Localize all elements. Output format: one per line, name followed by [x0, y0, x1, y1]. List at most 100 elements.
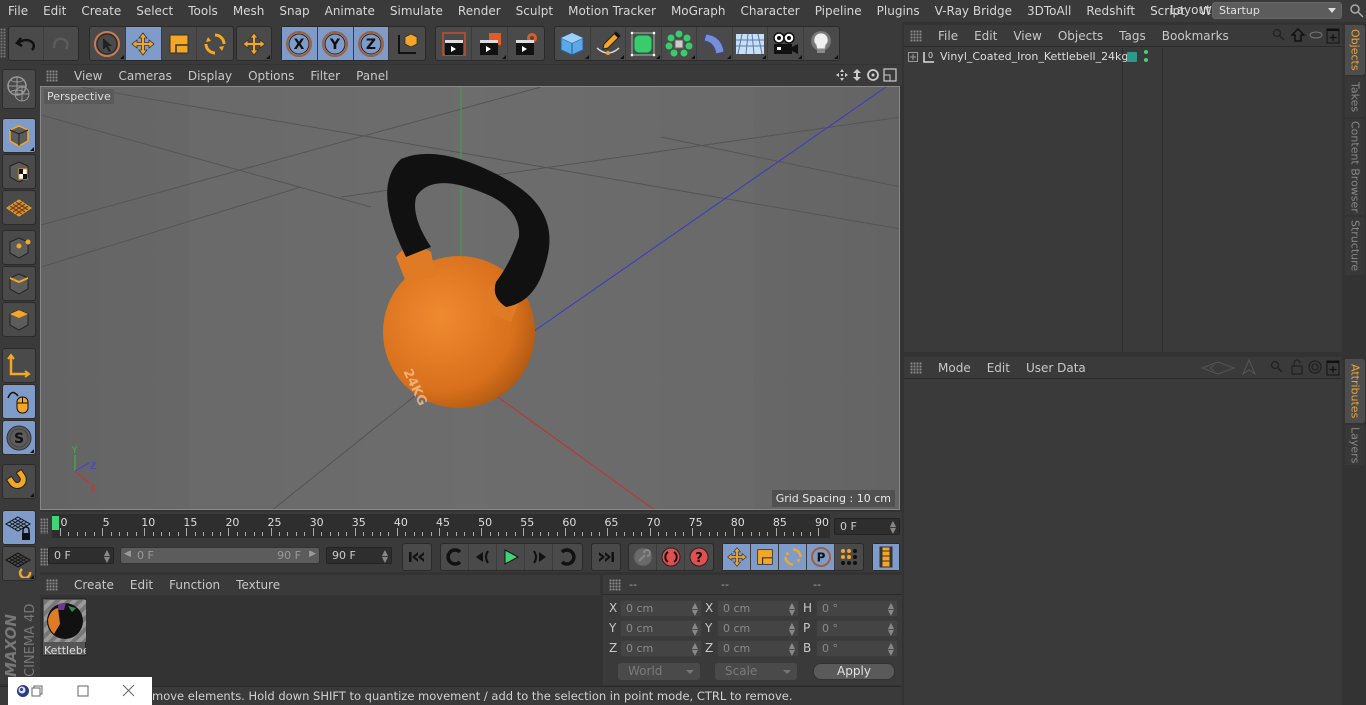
tab-content-browser[interactable]: Content Browser	[1345, 119, 1365, 215]
panel-grip[interactable]	[910, 29, 922, 42]
search-icon[interactable]	[1272, 28, 1286, 42]
render-settings-button[interactable]	[508, 27, 544, 60]
material-menu-create[interactable]: Create	[66, 578, 122, 592]
panel-grip[interactable]	[46, 69, 58, 82]
new-panel-icon[interactable]	[1326, 360, 1340, 376]
solo-mode-button[interactable]: S	[2, 420, 36, 455]
menu-tools[interactable]: Tools	[180, 4, 225, 18]
pos-y-field[interactable]: 0 cm ▲ ▼	[620, 620, 702, 637]
size-mode-dropdown[interactable]: Scale	[715, 663, 797, 680]
spinner-icon[interactable]: ▲ ▼	[692, 642, 698, 657]
live-selection-button[interactable]	[90, 27, 126, 60]
menu-motion-tracker[interactable]: Motion Tracker	[560, 4, 663, 18]
rotate-button[interactable]	[197, 27, 233, 60]
tab-takes[interactable]: Takes	[1345, 77, 1365, 117]
home-icon[interactable]	[1290, 27, 1306, 43]
menu-simulate[interactable]: Simulate	[382, 4, 450, 18]
key-scale-button[interactable]	[751, 544, 779, 570]
undo-button[interactable]	[9, 27, 44, 60]
object-menu-view[interactable]: View	[1005, 29, 1049, 43]
key-position-button[interactable]	[723, 544, 751, 570]
menu-snap[interactable]: Snap	[271, 4, 316, 18]
panel-grip[interactable]	[609, 578, 621, 591]
coordinate-space-dropdown[interactable]: World	[618, 663, 700, 680]
edges-mode-button[interactable]	[2, 266, 36, 301]
menu-render[interactable]: Render	[450, 4, 508, 18]
menu-mograph[interactable]: MoGraph	[663, 4, 733, 18]
camera-button[interactable]	[768, 27, 804, 60]
spinner-icon[interactable]: ▲ ▼	[888, 602, 894, 617]
keyframe-selection-button[interactable]: ?	[685, 544, 713, 570]
editor-visibility-dot[interactable]	[1144, 50, 1148, 54]
material-menu-texture[interactable]: Texture	[228, 578, 288, 592]
toggle-view-icon[interactable]	[883, 68, 897, 82]
menu-animate[interactable]: Animate	[317, 4, 382, 18]
coordinate-system-button[interactable]	[389, 27, 425, 60]
object-name[interactable]: Vinyl_Coated_Iron_Kettlebell_24kg	[940, 50, 1128, 63]
tab-layers[interactable]: Layers	[1345, 425, 1365, 465]
pos-x-field[interactable]: 0 cm ▲ ▼	[620, 600, 702, 617]
maximize-icon[interactable]	[77, 685, 89, 697]
lock-open-icon[interactable]	[1290, 359, 1304, 375]
next-frame-button[interactable]	[525, 544, 553, 570]
start-frame-field[interactable]: 0 F ▲ ▼	[48, 547, 114, 564]
navigate-back-icon[interactable]	[1200, 361, 1236, 375]
timeline-window-button[interactable]	[873, 544, 899, 570]
menu-edit[interactable]: Edit	[35, 4, 73, 18]
expand-icon[interactable]	[908, 52, 918, 62]
move-button[interactable]	[125, 27, 162, 60]
light-button[interactable]	[804, 27, 839, 60]
record-button[interactable]	[629, 544, 657, 570]
new-panel-icon[interactable]	[1326, 28, 1340, 44]
rot-h-field[interactable]: 0 ° ▲ ▼	[816, 600, 898, 617]
rot-b-field[interactable]: 0 ° ▲ ▼	[816, 640, 898, 657]
viewport-menu-cameras[interactable]: Cameras	[110, 69, 179, 83]
previous-key-button[interactable]	[441, 544, 469, 570]
material-swatch[interactable]: Kettlebe	[42, 598, 86, 657]
panel-grip[interactable]	[40, 518, 48, 534]
key-parameter-button[interactable]: P	[807, 544, 835, 570]
timeline-ruler[interactable]: 0 5 10 15 20 25 30 35 40 45 50 55 60 65 70 75 80 85 90	[52, 514, 830, 538]
previous-frame-button[interactable]	[469, 544, 497, 570]
points-mode-button[interactable]	[2, 230, 36, 265]
menu-create[interactable]: Create	[73, 4, 128, 18]
spinner-icon[interactable]: ▲ ▼	[382, 549, 388, 564]
spinner-icon[interactable]: ▲ ▼	[789, 642, 795, 657]
render-visibility-dot[interactable]	[1144, 58, 1148, 62]
layout-dropdown[interactable]: Startup	[1212, 2, 1342, 19]
search-icon[interactable]	[1270, 360, 1284, 374]
cinema4d-app-icon[interactable]	[16, 684, 30, 698]
pan-view-icon[interactable]	[835, 68, 849, 82]
frame-range-slider[interactable]: ◀ 0 F 90 F ▶	[120, 547, 320, 564]
render-picture-viewer-button[interactable]	[472, 27, 508, 60]
cloner-button[interactable]	[662, 27, 697, 60]
viewport-menu-view[interactable]: View	[66, 69, 110, 83]
key-pla-button[interactable]	[835, 544, 863, 570]
spinner-icon[interactable]: ▲ ▼	[888, 622, 894, 637]
spinner-icon[interactable]: ▲ ▼	[888, 642, 894, 657]
3d-viewport[interactable]: 24KG Y Z X Perspective Grid Spacing : 10…	[40, 86, 900, 510]
viewport-menu-options[interactable]: Options	[240, 69, 302, 83]
x-axis-button[interactable]: X	[282, 27, 318, 60]
object-menu-edit[interactable]: Edit	[966, 29, 1005, 43]
layer-toggle-icon[interactable]	[1309, 30, 1323, 40]
tab-objects[interactable]: Objects	[1345, 25, 1365, 75]
snap-button[interactable]	[2, 464, 36, 499]
tab-attributes[interactable]: Attributes	[1345, 359, 1365, 423]
toolbar-grip[interactable]	[0, 28, 6, 58]
viewport-menu-display[interactable]: Display	[180, 69, 240, 83]
attribute-menu-edit[interactable]: Edit	[979, 361, 1018, 375]
spinner-icon[interactable]: ▲ ▼	[890, 520, 896, 535]
key-rotation-button[interactable]	[779, 544, 807, 570]
workplane-mode-button[interactable]	[2, 190, 36, 225]
menu-pipeline[interactable]: Pipeline	[807, 4, 869, 18]
rot-p-field[interactable]: 0 ° ▲ ▼	[816, 620, 898, 637]
viewport-menu-filter[interactable]: Filter	[302, 69, 348, 83]
spinner-icon[interactable]: ▲ ▼	[789, 622, 795, 637]
menu-redshift[interactable]: Redshift	[1078, 4, 1142, 18]
apply-button[interactable]: Apply	[813, 663, 895, 680]
z-axis-button[interactable]: Z	[353, 27, 390, 60]
menu-file[interactable]: File	[0, 4, 35, 18]
subdivision-surface-button[interactable]	[626, 27, 662, 60]
bend-deformer-button[interactable]	[697, 27, 733, 60]
